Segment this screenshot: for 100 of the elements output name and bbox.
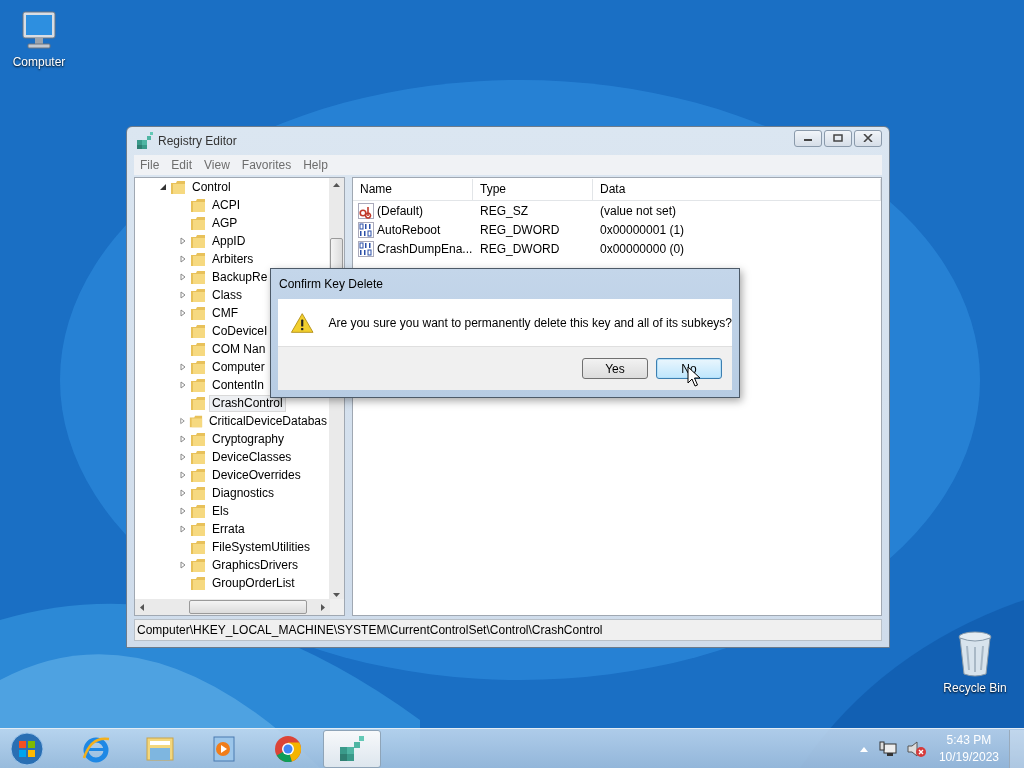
tree-item-label[interactable]: Class (209, 286, 245, 304)
folder-icon (190, 431, 206, 447)
tree-item-label[interactable]: CrashControl (209, 394, 286, 412)
tree-item-label[interactable]: Control (189, 178, 234, 196)
binary-value-icon (358, 240, 374, 257)
desktop-icon-label[interactable]: Computer (12, 55, 66, 69)
menu-item[interactable]: Favorites (235, 158, 298, 172)
tree-item-label[interactable]: DeviceOverrides (209, 466, 304, 484)
menu-item[interactable]: File (134, 158, 166, 172)
folder-icon (190, 503, 206, 519)
dialog-button[interactable]: Yes (582, 358, 648, 379)
folder-icon (190, 323, 206, 339)
tree-item-label[interactable]: Els (209, 502, 232, 520)
value-type: REG_DWORD (479, 222, 561, 237)
folder-icon (190, 359, 206, 375)
expand-icon[interactable] (179, 363, 187, 371)
binary-value-icon (358, 221, 374, 238)
value-name[interactable]: AutoReboot (377, 222, 441, 237)
tree-item-label[interactable]: GroupOrderList (209, 574, 298, 592)
expand-icon[interactable] (179, 381, 187, 389)
maximize-button[interactable] (824, 129, 852, 147)
column-header[interactable]: Type (473, 179, 593, 200)
folder-icon (190, 539, 206, 555)
expand-icon[interactable] (179, 273, 187, 281)
folder-icon (190, 287, 206, 303)
tree-item-label[interactable]: Errata (209, 520, 248, 538)
tree-item-label[interactable]: GraphicsDrivers (209, 556, 301, 574)
dialog-message: Are you sure you want to permanently delete this key and all of its subkeys? (328, 315, 732, 330)
expand-icon[interactable] (179, 417, 186, 425)
windows-logo-icon (10, 731, 44, 766)
tree-item-label[interactable]: BackupRe (209, 268, 271, 286)
cubes-icon (136, 132, 154, 150)
folder-icon (170, 179, 186, 195)
scrollbar-thumb[interactable] (189, 600, 307, 614)
tree-item-label[interactable]: CMF (209, 304, 241, 322)
folder-icon (190, 575, 206, 591)
expand-icon[interactable] (179, 255, 187, 263)
show-desktop-button[interactable] (1009, 729, 1024, 768)
expand-icon[interactable] (179, 489, 187, 497)
chrome-icon (273, 733, 303, 764)
expand-icon[interactable] (179, 507, 187, 515)
expand-icon[interactable] (179, 237, 187, 245)
folder-icon (190, 341, 206, 357)
status-path: Computer\HKEY_LOCAL_MACHINE\SYSTEM\CurrentControlSet\Control\CrashControl (137, 623, 603, 637)
menu-item[interactable]: View (198, 158, 236, 172)
tree-item-label[interactable]: Arbiters (209, 250, 257, 268)
tree-item-label[interactable]: ContentIn (209, 376, 268, 394)
tree-item-label[interactable]: AGP (209, 214, 241, 232)
desktop-icon-label[interactable]: Recycle Bin (943, 681, 1007, 695)
expand-icon[interactable] (179, 453, 187, 461)
menu-item[interactable]: Help (297, 158, 334, 172)
minimize-button[interactable] (794, 129, 822, 147)
tree-item-label[interactable]: FileSystemUtilities (209, 538, 313, 556)
taskbar-button[interactable] (323, 729, 381, 768)
cubes-icon (337, 733, 367, 764)
tree-item[interactable]: Control (135, 178, 330, 196)
tree-item-label[interactable]: CriticalDeviceDatabas (205, 412, 330, 430)
tree-item-label[interactable]: Computer (209, 358, 268, 376)
tree-item-label[interactable]: COM Nan (209, 340, 269, 358)
horizontal-scrollbar[interactable] (135, 599, 344, 615)
expand-icon[interactable] (179, 291, 187, 299)
expand-icon[interactable] (179, 435, 187, 443)
folder-icon (190, 467, 206, 483)
folder-icon (190, 269, 206, 285)
column-header[interactable]: Data (593, 179, 881, 200)
expand-icon[interactable] (179, 561, 187, 569)
tree-item-label[interactable]: DeviceClasses (209, 448, 295, 466)
tree-item-label[interactable]: ACPI (209, 196, 243, 214)
folder-icon (190, 233, 206, 249)
folder-icon (190, 251, 206, 267)
network-icon[interactable] (878, 740, 897, 757)
expand-icon[interactable] (179, 525, 187, 533)
tree-item-label[interactable]: Diagnostics (209, 484, 278, 502)
string-value-icon (358, 202, 374, 219)
folder-icon (190, 449, 206, 465)
recycle-bin-icon[interactable] (955, 630, 995, 678)
expand-icon[interactable] (179, 309, 187, 317)
maximize-icon (833, 134, 843, 142)
folder-icon (190, 305, 206, 321)
close-icon (863, 134, 873, 142)
close-button[interactable] (854, 129, 882, 147)
tree-item-label[interactable]: AppID (209, 232, 249, 250)
value-data: 0x00000000 (0) (599, 241, 686, 256)
value-type: REG_DWORD (479, 241, 561, 256)
folder-icon (190, 215, 206, 231)
folder-icon (190, 395, 206, 411)
expand-icon[interactable] (179, 471, 187, 479)
computer-icon[interactable] (19, 10, 59, 52)
column-header[interactable]: Name (353, 179, 473, 200)
value-name[interactable]: (Default) (377, 203, 423, 218)
folder-icon (189, 413, 203, 429)
folder-icon (190, 521, 206, 537)
value-name[interactable]: CrashDumpEna... (377, 241, 473, 256)
menu-item[interactable]: Edit (165, 158, 199, 172)
folder-icon (190, 557, 206, 573)
folder-icon (190, 377, 206, 393)
tree-item-label[interactable]: Cryptography (209, 430, 288, 448)
tree-item-label[interactable]: CoDeviceI (209, 322, 271, 340)
collapse-icon[interactable] (159, 183, 167, 191)
muted-speaker-icon[interactable] (906, 739, 927, 758)
